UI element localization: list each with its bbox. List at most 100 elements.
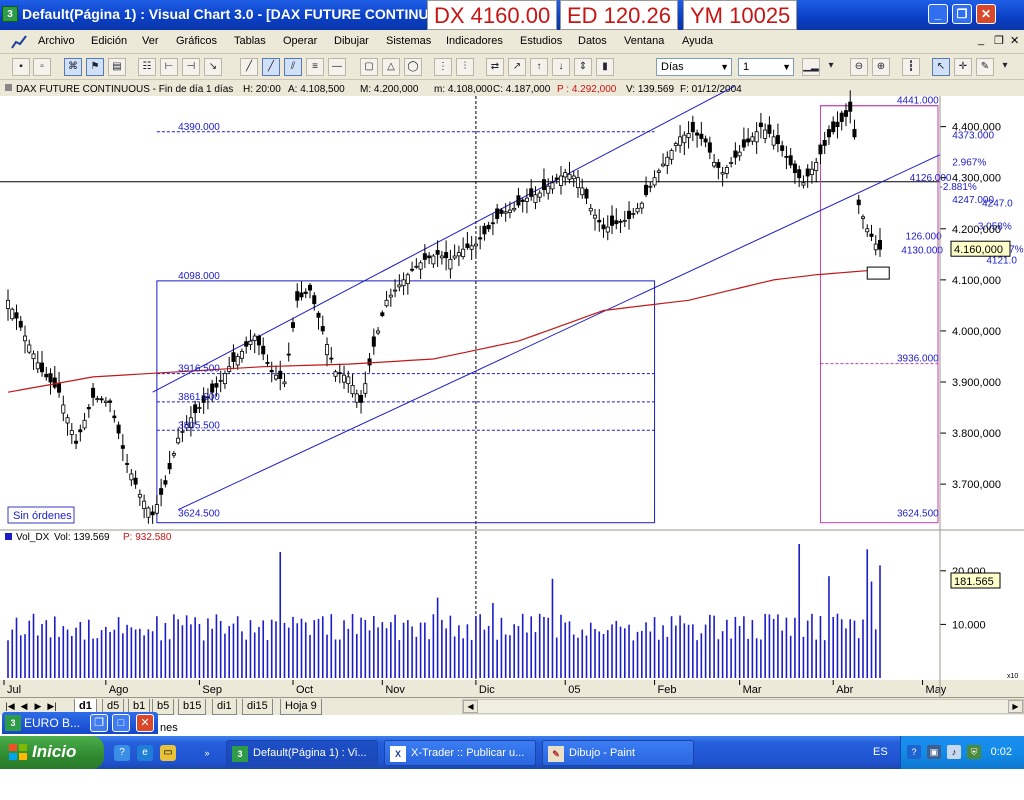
cursor-plot-icon[interactable]: ↘: [204, 58, 222, 76]
candle-body: [163, 480, 168, 485]
menu-estudios[interactable]: Estudios: [520, 35, 562, 47]
menu-indicadores[interactable]: Indicadores: [446, 35, 503, 47]
menu-graficos[interactable]: Gráficos: [176, 35, 217, 47]
sheet-tab-hoja9[interactable]: Hoja 9: [280, 699, 322, 715]
quicklaunch-folder-icon[interactable]: ▭: [160, 745, 176, 761]
ruler-icon[interactable]: ⊢: [160, 58, 178, 76]
pointer-icon[interactable]: ↖: [932, 58, 950, 76]
candle-body: [686, 133, 691, 138]
minimized-window[interactable]: 3 EURO B... ❐ □ ✕: [2, 712, 158, 734]
quicklaunch-help-icon[interactable]: ?: [114, 745, 130, 761]
sheet-tab-di1[interactable]: di1: [212, 699, 237, 715]
tray-security-icon[interactable]: ⛨: [967, 745, 981, 759]
ticker-ed[interactable]: ED 120.26: [560, 0, 678, 30]
chart-style-dropdown-icon[interactable]: ▾: [826, 58, 836, 76]
channel-tool-icon[interactable]: ⫽: [284, 58, 302, 76]
candle-body: [639, 202, 644, 209]
minimized-restore-icon[interactable]: ❐: [90, 714, 108, 732]
price-marker-icon[interactable]: ⇕: [574, 58, 592, 76]
chart-doc-icon[interactable]: [10, 34, 28, 50]
bar-chart-icon[interactable]: ┇: [902, 58, 920, 76]
parallel-tool-icon[interactable]: ≡: [306, 58, 324, 76]
ellipse-tool-icon[interactable]: ◯: [404, 58, 422, 76]
trendline-tool-icon[interactable]: ╱: [262, 58, 280, 76]
arrows-tool-icon[interactable]: ⇄: [486, 58, 504, 76]
quicklaunch-more-icon[interactable]: »: [202, 745, 212, 761]
menu-edicion[interactable]: Edición: [91, 35, 127, 47]
arrow-tool-icon[interactable]: ↗: [508, 58, 526, 76]
quicklaunch-ie-icon[interactable]: e: [137, 745, 153, 761]
fibonacci-tool-icon[interactable]: ⋮: [434, 58, 452, 76]
minimized-close-icon[interactable]: ✕: [136, 714, 154, 732]
menu-sistemas[interactable]: Sistemas: [386, 35, 431, 47]
interval-select[interactable]: 1 ▼: [738, 58, 794, 76]
horizontal-line-icon[interactable]: —: [328, 58, 346, 76]
arrow-down-icon[interactable]: ↓: [552, 58, 570, 76]
menu-ver[interactable]: Ver: [142, 35, 159, 47]
task-visual-chart[interactable]: 3 Default(Página 1) : Vi...: [226, 740, 378, 766]
candle-body: [499, 209, 504, 214]
highlight-icon[interactable]: ▮: [596, 58, 614, 76]
menu-operar[interactable]: Operar: [283, 35, 317, 47]
menu-archivo[interactable]: Archivo: [38, 35, 75, 47]
rectangle-tool-icon[interactable]: ▢: [360, 58, 378, 76]
zoom-out-icon[interactable]: ⊖: [850, 58, 868, 76]
tray-network-icon[interactable]: ▣: [927, 745, 941, 759]
tray-help-icon[interactable]: ?: [907, 745, 921, 759]
flag-icon[interactable]: ⚑: [86, 58, 104, 76]
candle-body: [269, 370, 274, 373]
pencil-dropdown-icon[interactable]: ▾: [998, 58, 1012, 76]
restore-button[interactable]: ❐: [952, 4, 972, 24]
menu-ventana[interactable]: Ventana: [624, 35, 664, 47]
fan-tool-icon[interactable]: ⫶: [456, 58, 474, 76]
properties-icon[interactable]: ☷: [138, 58, 156, 76]
menu-ayuda[interactable]: Ayuda: [682, 35, 713, 47]
sheet-tab-b15[interactable]: b15: [178, 699, 207, 715]
line-tool-icon[interactable]: ╱: [240, 58, 258, 76]
task-x-trader[interactable]: X X-Trader :: Publicar u...: [384, 740, 536, 766]
scroll-right-icon[interactable]: ▶: [1008, 700, 1023, 713]
candle-body: [380, 312, 385, 317]
minimized-maximize-icon[interactable]: □: [112, 714, 130, 732]
crosshair-icon[interactable]: ✛: [954, 58, 972, 76]
date-tick-label: Sep: [202, 684, 222, 696]
close-button[interactable]: ✕: [976, 4, 996, 24]
menu-datos[interactable]: Datos: [578, 35, 607, 47]
save-icon[interactable]: ▪: [12, 58, 30, 76]
minimize-button[interactable]: _: [928, 4, 948, 24]
candle-body: [120, 445, 125, 449]
save-all-icon[interactable]: ▫: [33, 58, 51, 76]
triangle-tool-icon[interactable]: △: [382, 58, 400, 76]
start-button[interactable]: Inicio: [0, 736, 104, 769]
sheet-tab-di15[interactable]: di15: [242, 699, 273, 715]
chart-style-icon[interactable]: ▁▂: [802, 58, 820, 76]
candle-body: [252, 335, 257, 341]
mdi-minimize-button[interactable]: _: [978, 34, 984, 46]
arrow-up-icon[interactable]: ↑: [530, 58, 548, 76]
zoom-in-icon[interactable]: ⊕: [872, 58, 890, 76]
mdi-close-button[interactable]: ✕: [1010, 34, 1019, 47]
menu-tablas[interactable]: Tablas: [234, 35, 266, 47]
tray-volume-icon[interactable]: ♪: [947, 745, 961, 759]
window-titlebar[interactable]: 3 Default(Página 1) : Visual Chart 3.0 -…: [0, 0, 1024, 30]
ticker-ym[interactable]: YM 10025: [683, 0, 798, 30]
scale-icon[interactable]: ⊣: [182, 58, 200, 76]
print-icon[interactable]: ▤: [108, 58, 126, 76]
candle-body: [618, 220, 623, 223]
ticker-dx[interactable]: DX 4160.00: [427, 0, 558, 30]
candle-body: [265, 362, 270, 364]
pencil-icon[interactable]: ✎: [976, 58, 994, 76]
mdi-restore-button[interactable]: ❐: [994, 34, 1004, 47]
language-indicator[interactable]: ES: [873, 746, 888, 758]
period-select[interactable]: Días ▼: [656, 58, 732, 76]
chart-area[interactable]: DAX FUTURE CONTINUOUS - Fin de día 1 día…: [0, 80, 1024, 697]
candle-body: [741, 139, 746, 148]
scroll-left-icon[interactable]: ◀: [463, 700, 478, 713]
network-icon[interactable]: ⌘: [64, 58, 82, 76]
candle-body: [376, 330, 381, 334]
task-paint[interactable]: ✎ Dibujo - Paint: [542, 740, 694, 766]
horizontal-scrollbar[interactable]: ◀ ▶: [462, 699, 1024, 714]
menu-dibujar[interactable]: Dibujar: [334, 35, 369, 47]
scroll-corner-label: x10: [1007, 673, 1018, 680]
chart-annotation: 3916.500: [178, 364, 220, 375]
